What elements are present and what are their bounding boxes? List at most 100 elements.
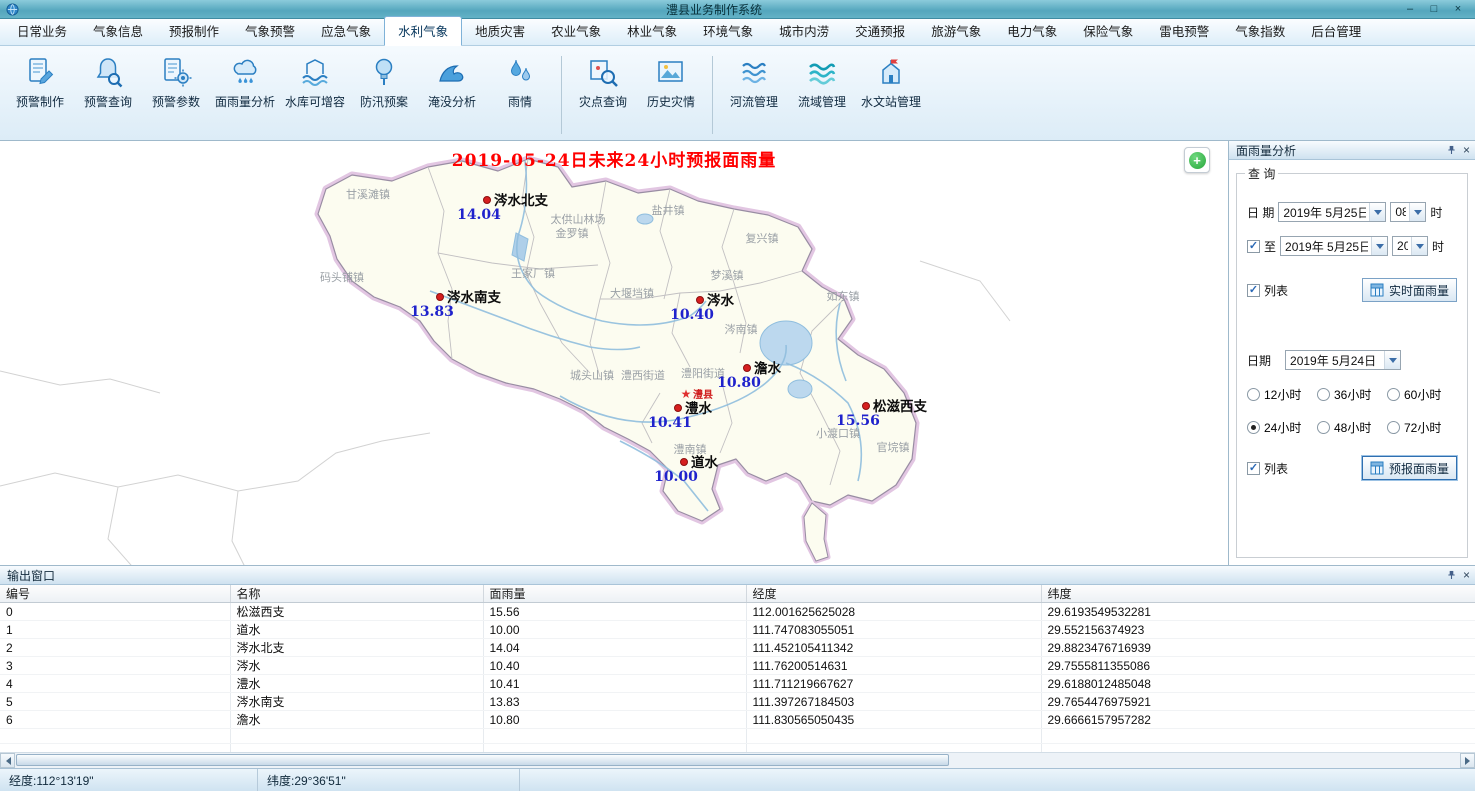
station-marker[interactable] [681, 459, 688, 466]
duration-option[interactable]: 36小时 [1317, 386, 1387, 403]
menu-tab[interactable]: 交通预报 [842, 17, 918, 45]
menu-tab[interactable]: 环境气象 [690, 17, 766, 45]
menu-tab[interactable]: 应急气象 [308, 17, 384, 45]
menu-tab[interactable]: 旅游气象 [918, 17, 994, 45]
menu-tab[interactable]: 预报制作 [156, 17, 232, 45]
menu-tab[interactable]: 电力气象 [994, 17, 1070, 45]
table-row[interactable]: 0松滋西支15.56112.00162562502829.61935495322… [0, 603, 1475, 621]
duration-option[interactable]: 72小时 [1387, 419, 1457, 436]
list-checkbox-realtime[interactable]: ✓ [1247, 284, 1260, 297]
rain-info-button[interactable]: 雨情 [486, 54, 554, 112]
close-icon[interactable]: × [1463, 569, 1470, 581]
table-column-header[interactable]: 经度 [746, 585, 1041, 603]
horizontal-scrollbar[interactable] [0, 752, 1475, 768]
forecast-date-select[interactable]: 2019年 5月24日 [1285, 350, 1401, 370]
start-hour-select[interactable]: 08 [1390, 202, 1426, 222]
area-rain-panel-header: 面雨量分析 × [1229, 141, 1475, 160]
table-column-header[interactable]: 纬度 [1041, 585, 1475, 603]
duration-option[interactable]: 24小时 [1247, 419, 1317, 436]
town-label: 官垸镇 [877, 440, 910, 454]
menu-tab[interactable]: 林业气象 [614, 17, 690, 45]
basin-icon [806, 56, 838, 88]
pin-icon[interactable] [1447, 570, 1456, 580]
table-column-header[interactable]: 面雨量 [483, 585, 746, 603]
duration-option[interactable]: 48小时 [1317, 419, 1387, 436]
county-seat: ★澧县 [681, 387, 713, 401]
menu-tab[interactable]: 地质灾害 [462, 17, 538, 45]
area-rain-analysis-button[interactable]: 面雨量分析 [210, 54, 280, 112]
menu-tab[interactable]: 水利气象 [384, 16, 462, 46]
map-area[interactable]: 2019-05-24日未来24小时预报面雨量 + [0, 141, 1229, 565]
station-marker[interactable] [697, 297, 704, 304]
radio-icon[interactable] [1247, 388, 1260, 401]
disaster-point-query-button[interactable]: 灾点查询 [569, 54, 637, 112]
zoom-in-button[interactable]: + [1184, 147, 1210, 173]
table-row[interactable]: 4澧水10.41111.71121966762729.6188012485048 [0, 675, 1475, 693]
flood-analysis-button[interactable]: 淹没分析 [418, 54, 486, 112]
table-row[interactable]: 2涔水北支14.04111.45210541134229.88234767169… [0, 639, 1475, 657]
duration-option[interactable]: 12小时 [1247, 386, 1317, 403]
scroll-right-arrow[interactable] [1460, 753, 1475, 768]
menu-tab[interactable]: 气象信息 [80, 17, 156, 45]
table-column-header[interactable]: 名称 [230, 585, 483, 603]
warning-query-button[interactable]: 预警查询 [74, 54, 142, 112]
scrollbar-thumb[interactable] [16, 754, 949, 766]
radio-icon[interactable] [1387, 421, 1400, 434]
close-button[interactable]: × [1451, 3, 1465, 16]
station-rain-value: 13.83 [410, 304, 454, 320]
history-disaster-button[interactable]: 历史灾情 [637, 54, 705, 112]
station-marker[interactable] [484, 197, 491, 204]
radio-icon[interactable] [1387, 388, 1400, 401]
menu-tab[interactable]: 日常业务 [4, 17, 80, 45]
radio-icon[interactable] [1317, 421, 1330, 434]
duration-option[interactable]: 60小时 [1387, 386, 1457, 403]
end-date-select[interactable]: 2019年 5月25日 [1280, 236, 1388, 256]
output-table: 编号名称面雨量经度纬度 0松滋西支15.56112.00162562502829… [0, 585, 1475, 752]
river-manage-button[interactable]: 河流管理 [720, 54, 788, 112]
station-marker[interactable] [744, 365, 751, 372]
station-marker[interactable] [437, 294, 444, 301]
table-header-row: 编号名称面雨量经度纬度 [0, 585, 1475, 603]
forecast-date-value: 2019年 5月24日 [1290, 352, 1381, 369]
station-marker[interactable] [863, 403, 870, 410]
table-row[interactable]: 3涔水10.40111.7620051463129.7555811355086 [0, 657, 1475, 675]
flood-plan-button[interactable]: 防汛预案 [350, 54, 418, 112]
table-column-header[interactable]: 编号 [0, 585, 230, 603]
minimize-button[interactable]: – [1403, 3, 1417, 16]
hydro-station-manage-button[interactable]: 水文站管理 [856, 54, 926, 112]
radio-icon[interactable] [1317, 388, 1330, 401]
station-marker[interactable] [675, 405, 682, 412]
reservoir-capacity-button[interactable]: 水库可增容 [280, 54, 350, 112]
start-date-select[interactable]: 2019年 5月25日 [1278, 202, 1386, 222]
menu-tab[interactable]: 雷电预警 [1146, 17, 1222, 45]
radio-icon[interactable] [1247, 421, 1260, 434]
realtime-rain-button[interactable]: 实时面雨量 [1362, 278, 1457, 302]
end-hour-select[interactable]: 20 [1392, 236, 1428, 256]
table-row[interactable]: 6澹水10.80111.83056505043529.6666157957282 [0, 711, 1475, 729]
menu-tab[interactable]: 后台管理 [1298, 17, 1374, 45]
menu-tab[interactable]: 保险气象 [1070, 17, 1146, 45]
table-cell: 10.41 [483, 675, 746, 693]
table-cell [230, 744, 483, 753]
warning-params-button[interactable]: 预警参数 [142, 54, 210, 112]
forecast-rain-button[interactable]: 预报面雨量 [1362, 456, 1457, 480]
maximize-button[interactable]: □ [1427, 3, 1441, 16]
table-cell: 111.711219667627 [746, 675, 1041, 693]
menu-tab[interactable]: 城市内涝 [766, 17, 842, 45]
close-icon[interactable]: × [1463, 144, 1470, 156]
table-row[interactable]: 1道水10.00111.74708305505129.552156374923 [0, 621, 1475, 639]
menu-tab[interactable]: 农业气象 [538, 17, 614, 45]
menu-tab[interactable]: 气象预警 [232, 17, 308, 45]
pin-icon[interactable] [1447, 145, 1456, 155]
list-checkbox-forecast[interactable]: ✓ [1247, 462, 1260, 475]
scroll-left-arrow[interactable] [0, 753, 15, 768]
menu-tab[interactable]: 气象指数 [1222, 17, 1298, 45]
county-map[interactable]: 甘溪滩镇太供山林场金罗镇盐井镇复兴镇码头铺镇王家厂镇大堰垱镇梦溪镇如东镇涔南镇城… [0, 141, 1228, 565]
warning-make-button[interactable]: 预警制作 [6, 54, 74, 112]
table-row[interactable]: 5涔水南支13.83111.39726718450329.76544769759… [0, 693, 1475, 711]
to-checkbox[interactable]: ✓ [1247, 240, 1260, 253]
table-cell [483, 744, 746, 753]
toolbar-button-label: 防汛预案 [360, 93, 408, 110]
county-seat-star-icon: ★ [681, 387, 692, 401]
basin-manage-button[interactable]: 流域管理 [788, 54, 856, 112]
